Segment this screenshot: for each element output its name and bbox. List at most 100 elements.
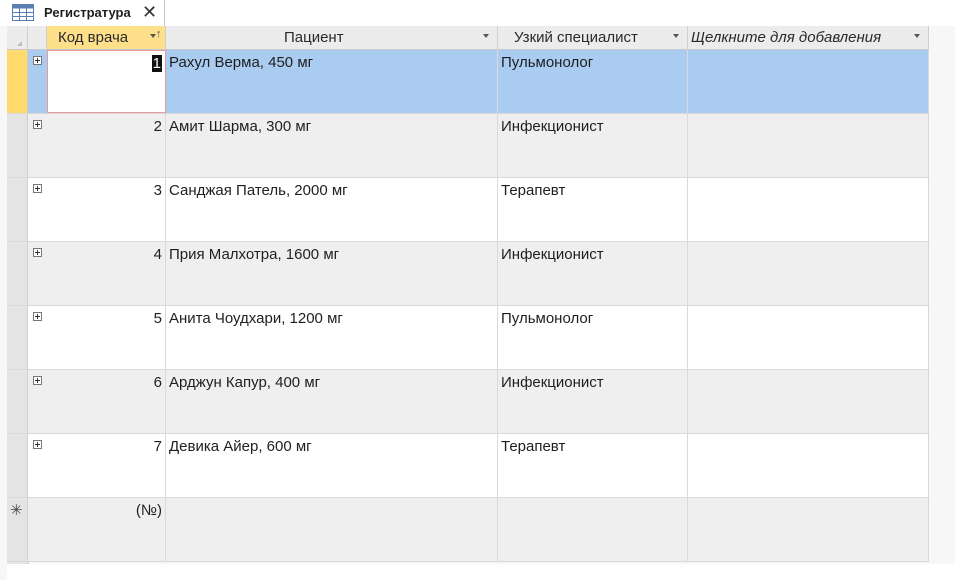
column-header-label: Узкий специалист xyxy=(514,29,638,46)
column-header-patient[interactable]: Пациент xyxy=(166,26,498,50)
cell-value: Пульмонолог xyxy=(501,310,594,327)
cell-patient[interactable]: Прия Малхотра, 1600 мг xyxy=(166,242,498,305)
select-all-icon xyxy=(17,41,22,46)
cell-value: 7 xyxy=(153,438,162,455)
table-row[interactable]: 3 Санджая Патель, 2000 мг Терапевт xyxy=(7,178,929,242)
expand-subdatasheet-icon[interactable] xyxy=(33,120,42,129)
expand-subdatasheet-icon[interactable] xyxy=(33,248,42,257)
cell-specialist[interactable]: Инфекционист xyxy=(498,114,688,177)
cell-specialist[interactable]: Терапевт xyxy=(498,434,688,497)
record-selector[interactable] xyxy=(7,242,28,305)
select-all-corner[interactable] xyxy=(7,26,28,50)
grid-empty-area xyxy=(7,564,955,580)
cell-value: Прия Малхотра, 1600 мг xyxy=(169,246,340,263)
cell-patient[interactable]: Арджун Капур, 400 мг xyxy=(166,370,498,433)
cell-value: Амит Шарма, 300 мг xyxy=(169,118,312,135)
cell-value: Девика Айер, 600 мг xyxy=(169,438,312,455)
cell-value: Санджая Патель, 2000 мг xyxy=(169,182,348,199)
expand-subdatasheet-icon[interactable] xyxy=(33,440,42,449)
cell-value: Терапевт xyxy=(501,182,566,199)
record-selector[interactable] xyxy=(7,370,28,433)
filter-dropdown-icon[interactable] xyxy=(673,34,679,38)
expand-subdatasheet-icon[interactable] xyxy=(33,184,42,193)
record-selector[interactable] xyxy=(7,434,28,497)
cell-add[interactable] xyxy=(688,306,929,369)
cell-kod[interactable]: 3 xyxy=(47,178,166,241)
cell-patient[interactable] xyxy=(166,498,498,561)
tab-title: Регистратура xyxy=(44,5,131,20)
column-header-kod[interactable]: Код врача ↑ xyxy=(47,26,166,50)
cell-value: Пульмонолог xyxy=(501,54,594,71)
cell-patient[interactable]: Рахул Верма, 450 мг xyxy=(166,50,498,113)
expand-subdatasheet-icon[interactable] xyxy=(33,376,42,385)
new-record-row[interactable]: ✳ (№) xyxy=(7,498,929,562)
cell-value: Арджун Капур, 400 мг xyxy=(169,374,321,391)
document-tab-bar: Регистратура ✕ xyxy=(0,0,955,26)
record-selector[interactable] xyxy=(7,178,28,241)
cell-value: 6 xyxy=(153,374,162,391)
cell-value: 3 xyxy=(153,182,162,199)
cell-add[interactable] xyxy=(688,370,929,433)
cell-specialist[interactable]: Пульмонолог xyxy=(498,50,688,113)
table-row[interactable]: 7 Девика Айер, 600 мг Терапевт xyxy=(7,434,929,498)
cell-add[interactable] xyxy=(688,114,929,177)
table-row[interactable]: 5 Анита Чоудхари, 1200 мг Пульмонолог xyxy=(7,306,929,370)
cell-specialist[interactable]: Пульмонолог xyxy=(498,306,688,369)
cell-kod[interactable]: 6 xyxy=(47,370,166,433)
cell-value: 4 xyxy=(153,246,162,263)
column-header-label: Код врача xyxy=(58,29,129,46)
column-header-label: Щелкните для добавления xyxy=(691,29,882,46)
cell-specialist[interactable]: Инфекционист xyxy=(498,370,688,433)
cell-specialist[interactable] xyxy=(498,498,688,561)
cell-patient[interactable]: Девика Айер, 600 мг xyxy=(166,434,498,497)
cell-specialist[interactable]: Терапевт xyxy=(498,178,688,241)
cell-add[interactable] xyxy=(688,498,929,561)
table-icon xyxy=(12,4,34,21)
expand-subdatasheet-icon[interactable] xyxy=(33,312,42,321)
new-record-icon: ✳ xyxy=(10,502,23,519)
add-field-dropdown-icon[interactable] xyxy=(914,34,920,38)
record-selector[interactable] xyxy=(7,114,28,177)
cell-specialist[interactable]: Инфекционист xyxy=(498,242,688,305)
tab-registratura[interactable]: Регистратура ✕ xyxy=(2,0,165,26)
cell-kod[interactable]: 4 xyxy=(47,242,166,305)
cell-value: Инфекционист xyxy=(501,118,604,135)
table-row[interactable]: 1 Рахул Верма, 450 мг Пульмонолог xyxy=(7,50,929,114)
cell-value: 5 xyxy=(153,310,162,327)
cell-patient[interactable]: Санджая Патель, 2000 мг xyxy=(166,178,498,241)
cell-value: Терапевт xyxy=(501,438,566,455)
cell-kod[interactable]: (№) xyxy=(47,498,166,561)
cell-kod[interactable]: 7 xyxy=(47,434,166,497)
cell-value: Инфекционист xyxy=(501,246,604,263)
table-row[interactable]: 4 Прия Малхотра, 1600 мг Инфекционист xyxy=(7,242,929,306)
cell-value: Анита Чоудхари, 1200 мг xyxy=(169,310,343,327)
record-selector[interactable]: ✳ xyxy=(7,498,28,561)
record-selector[interactable] xyxy=(7,50,28,113)
cell-kod[interactable]: 5 xyxy=(47,306,166,369)
cell-patient[interactable]: Анита Чоудхари, 1200 мг xyxy=(166,306,498,369)
cell-kod[interactable]: 1 xyxy=(47,50,166,113)
cell-value: Инфекционист xyxy=(501,374,604,391)
sort-ascending-icon: ↑ xyxy=(156,28,162,40)
table-row[interactable]: 2 Амит Шарма, 300 мг Инфекционист xyxy=(7,114,929,178)
filter-dropdown-icon[interactable] xyxy=(483,34,489,38)
cell-kod[interactable]: 2 xyxy=(47,114,166,177)
expand-column-header xyxy=(28,26,47,50)
cell-add[interactable] xyxy=(688,50,929,113)
close-tab-icon[interactable]: ✕ xyxy=(142,1,157,23)
cell-value: Рахул Верма, 450 мг xyxy=(169,54,314,71)
expand-subdatasheet-icon[interactable] xyxy=(33,56,42,65)
column-header-label: Пациент xyxy=(284,29,344,46)
table-row[interactable]: 6 Арджун Капур, 400 мг Инфекционист xyxy=(7,370,929,434)
cell-add[interactable] xyxy=(688,242,929,305)
cell-patient[interactable]: Амит Шарма, 300 мг xyxy=(166,114,498,177)
cell-value: 2 xyxy=(153,118,162,135)
record-selector[interactable] xyxy=(7,306,28,369)
column-header-add[interactable]: Щелкните для добавления xyxy=(688,26,929,50)
cell-add[interactable] xyxy=(688,434,929,497)
cell-value: 1 xyxy=(151,55,162,72)
autonumber-placeholder: (№) xyxy=(135,502,162,519)
cell-add[interactable] xyxy=(688,178,929,241)
datasheet-grid: Код врача ↑ Пациент Узкий специалист Щел… xyxy=(0,26,955,580)
column-header-specialist[interactable]: Узкий специалист xyxy=(498,26,688,50)
